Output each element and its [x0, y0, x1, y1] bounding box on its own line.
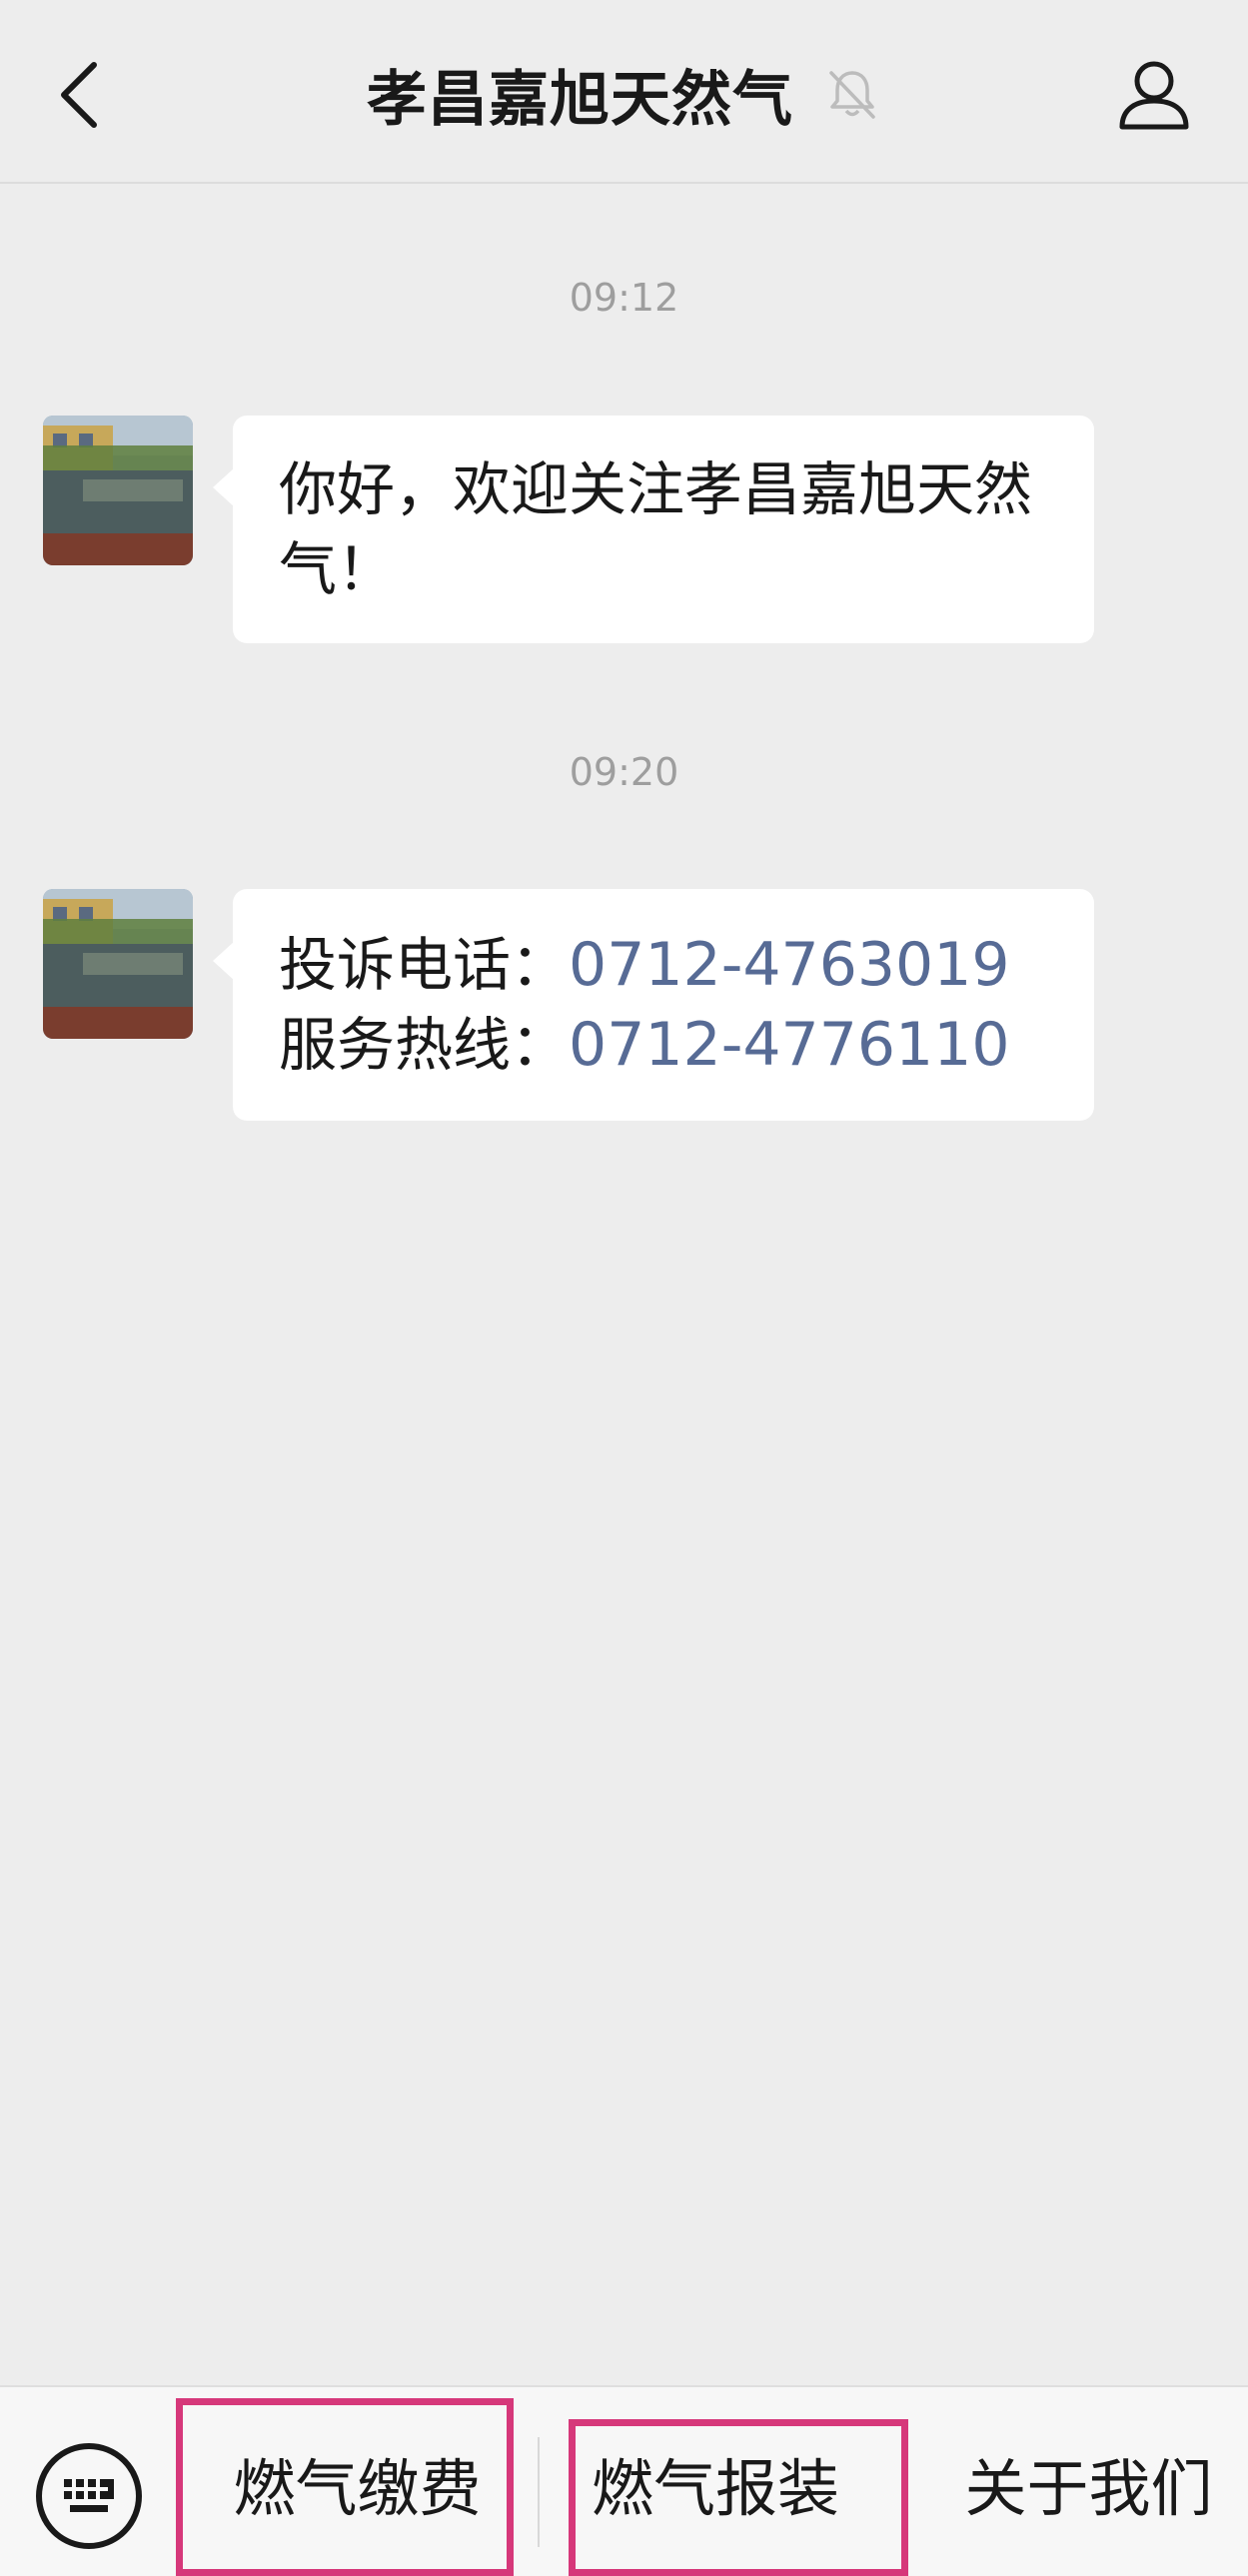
- avatar-image: [43, 889, 193, 1039]
- phone-line: 投诉电话： 0712-4763019: [279, 925, 1050, 1005]
- menu-item-label: 燃气报装: [592, 2451, 840, 2525]
- chat-header: 孝昌嘉旭天然气: [0, 0, 1248, 184]
- avatar[interactable]: [43, 889, 193, 1039]
- chat-title: 孝昌嘉旭天然气: [367, 64, 793, 135]
- message-timestamp: 09:20: [569, 750, 679, 794]
- menu-item-label: 燃气缴费: [233, 2451, 482, 2525]
- phone-link[interactable]: 0712-4763019: [569, 925, 1010, 1005]
- bottom-menu-bar: 燃气缴费 燃气报装 关于我们: [0, 2385, 1248, 2576]
- menu-item-label: 关于我们: [964, 2451, 1213, 2525]
- message-timestamp: 09:12: [569, 276, 679, 320]
- phone-label: 投诉电话：: [279, 931, 570, 999]
- message-bubble[interactable]: 你好，欢迎关注孝昌嘉旭天然气！: [213, 416, 1094, 643]
- profile-button[interactable]: [1114, 55, 1194, 135]
- menu-item-gas-install[interactable]: 燃气报装: [570, 2387, 909, 2576]
- keyboard-toggle-button[interactable]: [36, 2443, 142, 2549]
- menu-divider: [538, 2437, 540, 2547]
- phone-link[interactable]: 0712-4776110: [569, 1005, 1010, 1085]
- phone-line: 服务热线： 0712-4776110: [279, 1005, 1050, 1085]
- message-text: 你好，欢迎关注孝昌嘉旭天然气！: [279, 455, 1033, 603]
- phone-label: 服务热线：: [279, 1011, 570, 1079]
- message-bubble[interactable]: 投诉电话： 0712-4763019 服务热线： 0712-4776110: [213, 889, 1094, 1121]
- menu-item-about-us[interactable]: 关于我们: [929, 2387, 1248, 2576]
- person-icon: [1119, 61, 1189, 130]
- menu-item-gas-payment[interactable]: 燃气缴费: [180, 2387, 535, 2576]
- avatar[interactable]: [43, 416, 193, 565]
- keyboard-icon: [64, 2479, 114, 2512]
- avatar-image: [43, 416, 193, 565]
- bell-muted-icon: [829, 71, 875, 119]
